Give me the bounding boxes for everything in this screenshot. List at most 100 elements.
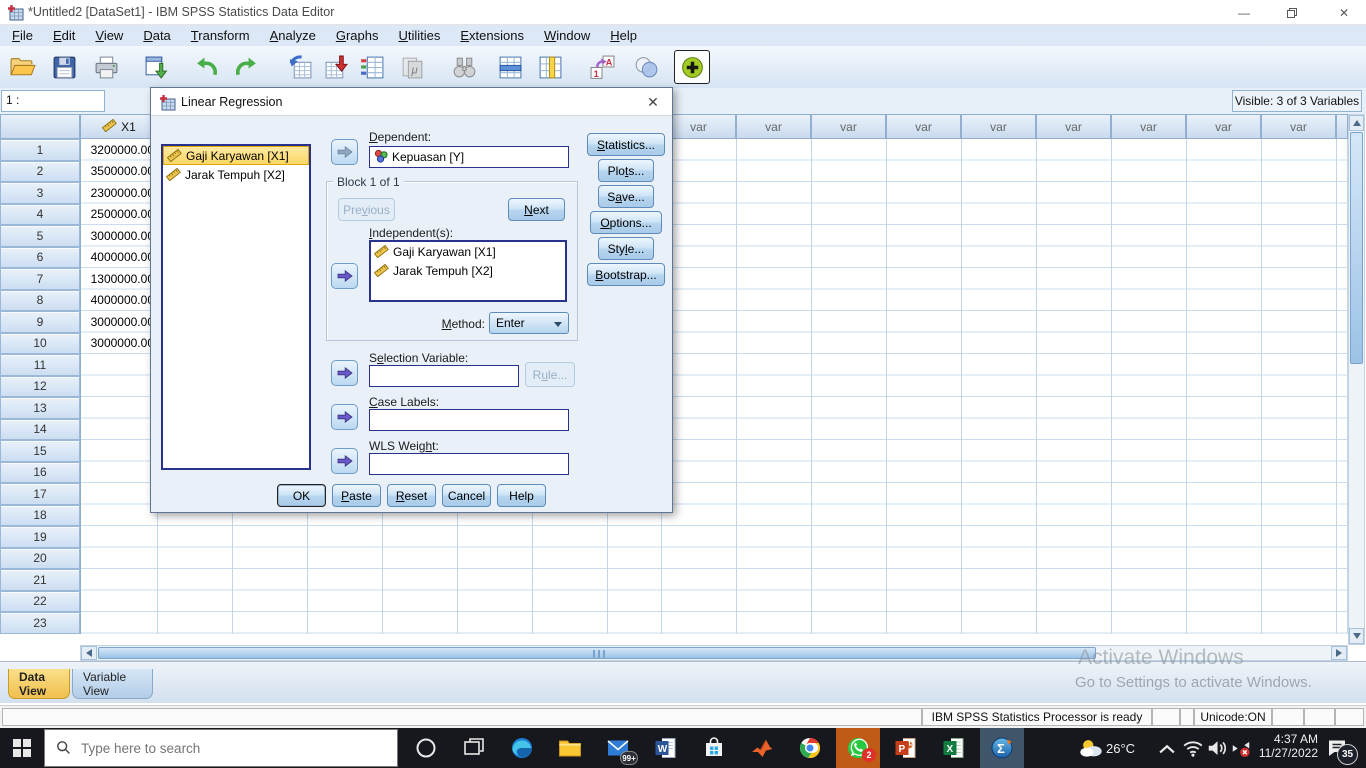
move-to-selection-button[interactable] [331, 360, 358, 386]
go-to-case-button[interactable] [282, 50, 318, 84]
row-header[interactable]: 17 [0, 483, 80, 505]
row-header[interactable]: 10 [0, 333, 80, 355]
data-cell[interactable]: 3000000.00 [81, 311, 157, 333]
independent-variable-item[interactable]: Jarak Tempuh [X2] [371, 261, 565, 280]
variables-button[interactable] [354, 50, 390, 84]
column-header-var[interactable]: var [1261, 114, 1336, 139]
taskbar-icon-excel[interactable]: X [932, 728, 976, 768]
row-header[interactable]: 9 [0, 311, 80, 333]
source-variable-item[interactable]: Jarak Tempuh [X2] [163, 165, 309, 184]
row-header[interactable]: 15 [0, 440, 80, 462]
menu-item-view[interactable]: View [85, 26, 133, 45]
vertical-scroll-thumb[interactable] [1350, 132, 1363, 364]
scroll-left-button[interactable] [81, 646, 97, 660]
style-button[interactable]: Style... [598, 237, 654, 260]
menu-item-window[interactable]: Window [534, 26, 600, 45]
dialog-titlebar[interactable]: Linear Regression ✕ [151, 88, 672, 116]
move-to-case-labels-button[interactable] [331, 404, 358, 430]
menu-item-graphs[interactable]: Graphs [326, 26, 389, 45]
data-cell[interactable]: 3000000.00 [81, 225, 157, 247]
move-to-dependent-button[interactable] [331, 139, 358, 165]
insert-cases-button[interactable] [492, 50, 528, 84]
taskbar-icon-cortana[interactable] [404, 728, 448, 768]
row-header[interactable]: 5 [0, 225, 80, 247]
tab-variable-view[interactable]: Variable View [72, 669, 153, 699]
dependent-field[interactable]: Kepuasan [Y] [369, 146, 569, 168]
column-header-var[interactable]: var [1111, 114, 1186, 139]
source-variable-item[interactable]: Gaji Karyawan [X1] [163, 146, 309, 165]
save-button[interactable]: Save... [598, 185, 654, 208]
redo-button[interactable] [228, 50, 264, 84]
minimize-button[interactable]: — [1222, 0, 1266, 25]
taskbar-icon-mail[interactable]: 99+ [596, 728, 640, 768]
row-header[interactable]: 13 [0, 397, 80, 419]
menu-item-help[interactable]: Help [600, 26, 647, 45]
row-header[interactable]: 18 [0, 505, 80, 527]
scroll-up-button[interactable] [1349, 115, 1364, 131]
rule-button[interactable]: Rule... [525, 362, 575, 387]
menu-item-file[interactable]: File [2, 26, 43, 45]
row-header[interactable]: 8 [0, 290, 80, 312]
menu-item-utilities[interactable]: Utilities [388, 26, 450, 45]
descriptive-statistics-button[interactable]: μ [394, 50, 430, 84]
row-header[interactable]: 6 [0, 247, 80, 269]
column-header-var[interactable]: var [886, 114, 961, 139]
previous-button[interactable]: Previous [338, 198, 395, 221]
scroll-down-button[interactable] [1349, 628, 1364, 644]
taskbar-search[interactable] [44, 729, 398, 767]
row-header[interactable]: 11 [0, 354, 80, 376]
start-button[interactable] [0, 728, 44, 768]
find-button[interactable] [446, 50, 482, 84]
case-labels-field[interactable] [369, 409, 569, 431]
go-to-variable-button[interactable] [318, 50, 354, 84]
tray-clock[interactable]: 4:37 AM 11/27/2022 [1254, 732, 1318, 760]
taskbar-icon-spss[interactable]: Σ [980, 728, 1024, 768]
row-header[interactable]: 16 [0, 462, 80, 484]
custom-dialogs-button[interactable] [674, 50, 710, 84]
bootstrap-button[interactable]: Bootstrap... [587, 263, 665, 286]
taskbar-icon-store[interactable] [692, 728, 736, 768]
column-header-var[interactable]: var [736, 114, 811, 139]
data-cell[interactable]: 1300000.00 [81, 268, 157, 290]
menu-item-data[interactable]: Data [133, 26, 180, 45]
plots-button[interactable]: Plots... [598, 159, 654, 182]
taskbar-icon-matlab[interactable] [740, 728, 784, 768]
row-header[interactable]: 3 [0, 182, 80, 204]
taskbar-icon-whatsapp[interactable]: 2 [836, 728, 880, 768]
taskbar-icon-powerpoint[interactable]: P [884, 728, 928, 768]
row-header[interactable]: 14 [0, 419, 80, 441]
value-labels-button[interactable]: 1A [584, 50, 620, 84]
recall-dialogs-button[interactable] [138, 50, 174, 84]
column-header-var[interactable]: var [961, 114, 1036, 139]
restore-button[interactable] [1270, 0, 1314, 25]
selection-variable-field[interactable] [369, 365, 519, 387]
row-header[interactable]: 21 [0, 569, 80, 591]
weather-temperature[interactable]: 26°C [1106, 741, 1135, 756]
column-header-var[interactable]: var [811, 114, 886, 139]
help-button[interactable]: Help [497, 484, 546, 507]
display-disconnected-icon[interactable] [1230, 738, 1252, 758]
independents-list[interactable]: Gaji Karyawan [X1]Jarak Tempuh [X2] [369, 240, 567, 302]
data-cell[interactable]: 3500000.00 [81, 161, 157, 183]
data-cell[interactable]: 2300000.00 [81, 182, 157, 204]
undo-button[interactable] [188, 50, 224, 84]
ok-button[interactable]: OK [277, 484, 326, 507]
tray-chevron-up-icon[interactable] [1156, 738, 1178, 758]
wls-weight-field[interactable] [369, 453, 569, 475]
data-cell[interactable]: 3000000.00 [81, 333, 157, 355]
taskbar-icon-chrome[interactable] [788, 728, 832, 768]
tab-data-view[interactable]: Data View [8, 669, 70, 699]
row-header[interactable]: 19 [0, 526, 80, 548]
cell-reference-input[interactable]: 1 : [1, 90, 105, 112]
taskbar-icon-edge[interactable] [500, 728, 544, 768]
row-header[interactable]: 12 [0, 376, 80, 398]
row-header[interactable]: 2 [0, 161, 80, 183]
taskbar-icon-word[interactable]: W [644, 728, 688, 768]
independent-variable-item[interactable]: Gaji Karyawan [X1] [371, 242, 565, 261]
use-variable-sets-button[interactable] [628, 50, 664, 84]
row-header[interactable]: 20 [0, 548, 80, 570]
menu-item-edit[interactable]: Edit [43, 26, 85, 45]
move-to-independents-button[interactable] [331, 263, 358, 289]
column-header-var[interactable]: var [1036, 114, 1111, 139]
row-header[interactable]: 22 [0, 591, 80, 613]
